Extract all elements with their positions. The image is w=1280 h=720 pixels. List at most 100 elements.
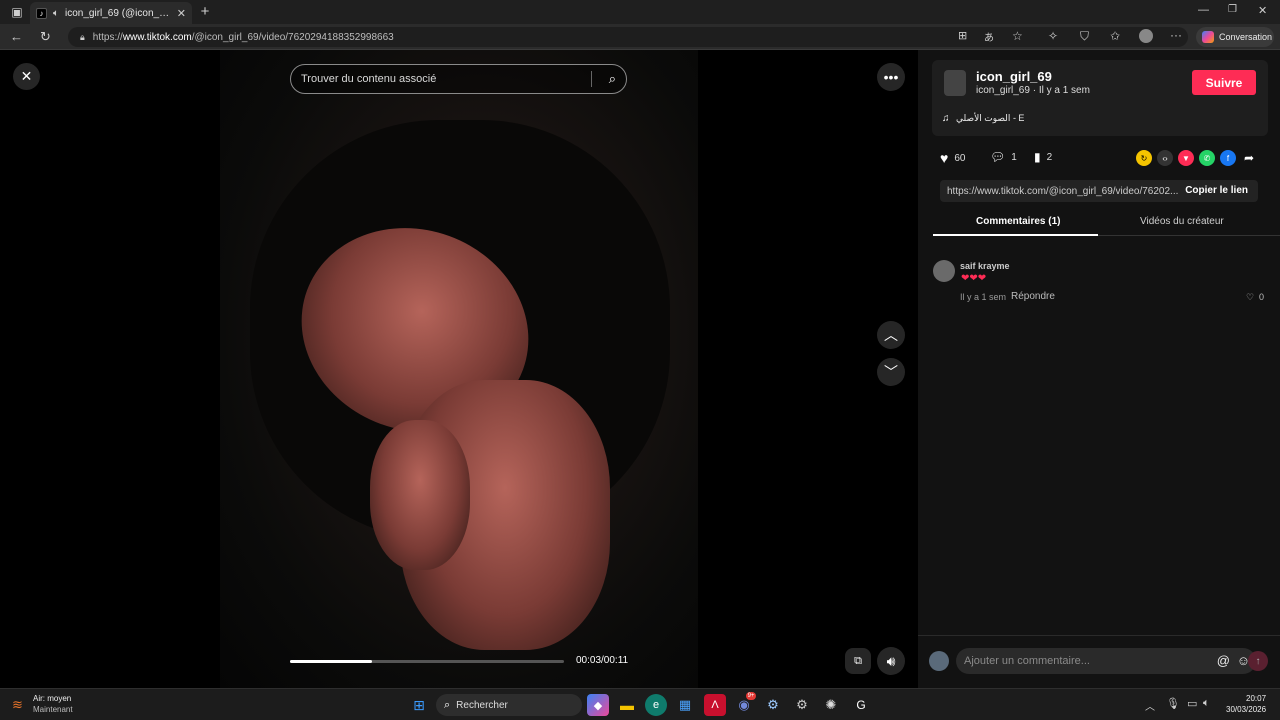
close-tab-icon[interactable]: ✕ (177, 7, 186, 20)
like-stat[interactable]: ♥ 60 (940, 150, 965, 166)
copilot-conversation-button[interactable]: Conversation (1196, 27, 1274, 47)
creator-card: icon_girl_69 icon_girl_69 · Il y a 1 sem… (932, 60, 1268, 136)
close-video-button[interactable]: ✕ (13, 63, 40, 90)
reload-icon[interactable]: ↻ (40, 29, 51, 45)
more-menu-icon[interactable]: ··· (1170, 28, 1182, 42)
volume-icon: 🔊︎ (886, 652, 896, 669)
address-toolbar: ← ↻ 🔒︎ https://www.tiktok.com/@icon_girl… (0, 24, 1280, 50)
anghami-app-icon[interactable]: Λ (704, 694, 726, 716)
discord-badge: 9+ (746, 692, 756, 700)
browser-tab[interactable]: ♪ 🔈︎ icon_girl_69 (@icon_girl_69) ✕ (30, 2, 192, 24)
file-explorer-icon[interactable]: ▬ (616, 694, 638, 716)
embed-icon[interactable]: ‹› (1157, 150, 1173, 166)
comment-like-icon[interactable]: ♡ (1246, 292, 1254, 303)
url-path: /@icon_girl_69/video/7620294188352998663 (191, 31, 394, 43)
send-to-friends-icon[interactable]: ▼ (1178, 150, 1194, 166)
related-search-input[interactable]: Trouver du contenu associé (301, 73, 436, 85)
comment-count: 1 (1011, 151, 1017, 163)
favorites-icon[interactable]: ✩ (1110, 29, 1120, 43)
maximize-icon[interactable]: ❐ (1228, 4, 1237, 15)
comment-placeholder: Ajouter un commentaire... (964, 655, 1090, 667)
chatgpt-icon[interactable]: ✺ (820, 694, 842, 716)
microsoft-store-icon[interactable]: ▦ (674, 694, 696, 716)
network-icon[interactable]: ▭ (1187, 697, 1197, 710)
mini-player-button[interactable]: ⧉ (845, 648, 871, 674)
follow-button[interactable]: Suivre (1192, 70, 1256, 95)
comment-divider (918, 635, 1280, 636)
more-options-button[interactable]: ••• (877, 63, 905, 91)
whatsapp-icon[interactable]: ✆ (1199, 150, 1215, 166)
back-icon[interactable]: ← (10, 29, 23, 44)
music-note-icon: ♫ (942, 113, 950, 124)
url-prefix: https:// (92, 31, 123, 43)
comment-input[interactable]: Ajouter un commentaire... @ ☺ (956, 648, 1256, 674)
taskbar-search[interactable]: ⌕ Rechercher (436, 694, 582, 716)
previous-video-button[interactable]: ︿ (877, 321, 905, 349)
video-progress-bar[interactable] (290, 660, 564, 663)
mention-icon[interactable]: @ (1217, 653, 1230, 668)
url-host: www.tiktok.com (122, 31, 192, 43)
show-hidden-icons-icon[interactable]: ︿ (1145, 698, 1155, 713)
tab-comments[interactable]: Commentaires (1) (976, 216, 1060, 227)
comment-bubble-icon: 💬︎ (990, 150, 1006, 164)
commenter-avatar[interactable] (933, 260, 955, 282)
steam-icon[interactable]: ⚙ (762, 694, 784, 716)
tiktok-favicon-icon: ♪ (36, 7, 47, 19)
volume-button[interactable]: 🔊︎ (877, 647, 905, 675)
related-search-bar[interactable]: Trouver du contenu associé ⌕ (290, 64, 627, 94)
start-windows-icon[interactable]: ⊞ (408, 694, 430, 716)
my-avatar[interactable] (929, 651, 949, 671)
extensions-icon[interactable]: ✧ (1048, 29, 1058, 43)
heart-icon: ♥ (940, 150, 949, 166)
save-count: 2 (1046, 151, 1053, 163)
volume-tray-icon[interactable]: 🔈︎ (1203, 697, 1210, 710)
close-window-icon[interactable]: ✕ (1258, 4, 1267, 17)
search-icon: ⌕ (444, 698, 451, 711)
browser-essentials-icon[interactable]: ⛉ (1080, 29, 1089, 44)
reply-button[interactable]: Répondre (1011, 291, 1055, 302)
clock-time[interactable]: 20:07 (1246, 694, 1266, 703)
copy-link-button[interactable]: Copier le lien (1185, 185, 1248, 196)
copilot-icon (1202, 31, 1214, 43)
facebook-icon[interactable]: f (1220, 150, 1236, 166)
minimize-icon[interactable]: — (1198, 4, 1209, 16)
tab-creator-videos[interactable]: Vidéos du créateur (1140, 216, 1224, 227)
chevron-down-icon: ﹀ (884, 364, 898, 380)
microphone-icon[interactable]: 🎙︎ (1166, 697, 1180, 710)
comment-author[interactable]: saif krayme (960, 261, 1010, 271)
copilot-taskbar-icon[interactable]: ◆ (587, 694, 609, 716)
sound-name[interactable]: الصوت الأصلي - E (956, 113, 1024, 124)
comment-item: saif krayme ❤❤❤ Il y a 1 sem Répondre ♡ … (933, 258, 1273, 308)
repost-icon[interactable]: ↻ (1136, 150, 1152, 166)
details-sidebar: icon_girl_69 icon_girl_69 · Il y a 1 sem… (918, 50, 1280, 688)
comment-time: Il y a 1 sem (960, 292, 1007, 302)
weather-title: Air: moyen (33, 694, 72, 703)
logitech-g-icon[interactable]: G (850, 694, 872, 716)
creator-subtitle: icon_girl_69 · Il y a 1 sem (976, 85, 1090, 96)
share-link[interactable]: https://www.tiktok.com/@icon_girl_69/vid… (947, 186, 1178, 197)
speaker-icon[interactable]: 🔈︎ (53, 8, 59, 19)
ellipsis-icon: ••• (883, 69, 899, 85)
translate-icon[interactable]: あ (984, 29, 994, 44)
comment-stat[interactable]: 💬︎ 1 (990, 150, 1017, 164)
settings-gear-icon[interactable]: ⚙ (791, 694, 813, 716)
post-comment-icon[interactable]: ↑ (1248, 651, 1268, 671)
windows-taskbar: ≋ Air: moyen Maintenant ⊞ ⌕ Rechercher ◆… (0, 688, 1280, 720)
creator-avatar[interactable] (944, 70, 966, 96)
tab-actions-icon[interactable]: ▣ (10, 5, 24, 19)
video-frame[interactable] (220, 50, 698, 688)
share-arrow-icon[interactable]: ➦ (1241, 150, 1257, 166)
save-stat[interactable]: ▮ 2 (1034, 150, 1052, 164)
edge-browser-icon[interactable]: e (645, 694, 667, 716)
favorite-star-icon[interactable]: ☆ (1012, 29, 1023, 43)
weather-icon[interactable]: ≋ (12, 697, 23, 713)
creator-name[interactable]: icon_girl_69 (976, 69, 1052, 84)
profile-avatar[interactable] (1139, 29, 1153, 43)
search-divider (591, 71, 592, 87)
new-tab-icon[interactable]: + (198, 3, 212, 20)
clock-date[interactable]: 30/03/2026 (1226, 705, 1266, 714)
share-link-box: https://www.tiktok.com/@icon_girl_69/vid… (940, 180, 1258, 202)
next-video-button[interactable]: ﹀ (877, 358, 905, 386)
search-icon[interactable]: ⌕ (609, 71, 616, 87)
app-available-icon[interactable]: ⊞ (958, 29, 967, 42)
